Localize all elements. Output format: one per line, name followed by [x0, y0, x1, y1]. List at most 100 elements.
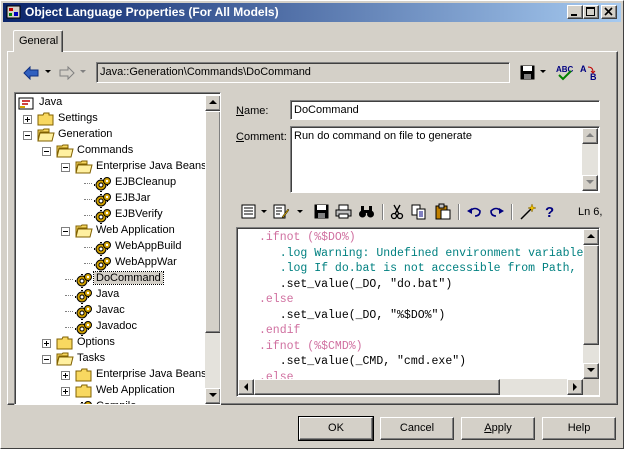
arrow-down-icon — [587, 368, 595, 372]
comment-label: Comment: — [236, 131, 287, 143]
tree-item[interactable]: Tasks — [15, 351, 203, 367]
arrow-left-icon — [244, 383, 248, 391]
tree-item[interactable]: Enterprise Java Beans — [15, 159, 207, 175]
tree-scroll-up-button[interactable] — [205, 95, 220, 111]
collapse-minus-icon[interactable] — [61, 227, 70, 236]
app-icon — [6, 5, 21, 19]
tree-item[interactable]: Commands — [15, 143, 203, 159]
tree-item[interactable]: Web Application — [15, 223, 203, 239]
code-hscroll-thumb[interactable] — [254, 379, 500, 395]
code-line: .log If do.bat is not accessible from Pa… — [259, 262, 577, 275]
tree-item[interactable]: EJBCleanup — [15, 175, 203, 192]
tree-item[interactable]: Javac — [15, 303, 203, 320]
tree-scroll-thumb[interactable] — [205, 111, 220, 333]
comment-scroll-up-button[interactable] — [582, 128, 598, 144]
ok-button[interactable]: OK — [298, 416, 374, 441]
tree-item[interactable]: Java — [15, 287, 203, 304]
tree-item[interactable]: Javadoc — [15, 319, 203, 336]
print-icon[interactable] — [335, 204, 352, 219]
tree-connector — [84, 199, 92, 200]
properties-list-icon[interactable] — [241, 204, 257, 220]
code-scroll-up-button[interactable] — [583, 229, 599, 245]
collapse-minus-icon[interactable] — [61, 163, 70, 172]
copy-icon[interactable] — [411, 204, 427, 220]
tab-general[interactable]: General — [13, 30, 63, 52]
tree-item-label: Java — [39, 96, 63, 108]
tree-item[interactable]: Options — [15, 335, 203, 351]
scroll-corner — [583, 379, 599, 395]
code-segment: .set_value(_CMD, "cmd.exe") — [259, 355, 467, 368]
editor-position: Ln 6, — [578, 206, 603, 218]
code-line: .set_value(_DO, "%$DO%") — [259, 309, 446, 322]
code-scroll-down-button[interactable] — [583, 363, 599, 379]
arrow-down-icon — [586, 180, 594, 184]
close-button[interactable] — [601, 5, 617, 19]
tree-item[interactable]: Settings — [15, 111, 203, 127]
collapse-minus-icon[interactable] — [42, 147, 51, 156]
tree-item[interactable]: Generation — [15, 127, 203, 143]
expand-plus-icon[interactable] — [23, 115, 32, 124]
expand-plus-icon[interactable] — [61, 387, 70, 396]
code-scroll-left-button[interactable] — [238, 379, 254, 395]
tree-scroll-down-button[interactable] — [205, 388, 220, 404]
name-label: Name: — [236, 105, 269, 117]
path-text: Java::Generation\Commands\DoCommand — [100, 66, 311, 78]
expand-plus-icon[interactable] — [42, 339, 51, 348]
save-icon[interactable] — [520, 65, 535, 80]
find-binoculars-icon[interactable] — [358, 204, 375, 219]
cancel-button[interactable]: Cancel — [380, 417, 454, 440]
title-bar[interactable]: Object Language Properties (For All Mode… — [3, 3, 621, 22]
tree-item[interactable]: EJBJar — [15, 191, 203, 208]
minimize-icon — [571, 14, 577, 16]
edit-dropdown-icon[interactable] — [297, 210, 303, 214]
comment-field[interactable]: Run do command on file to generate — [290, 126, 600, 193]
redo-icon[interactable] — [489, 205, 504, 219]
find-replace-icon[interactable]: A B — [579, 63, 599, 81]
tree-item[interactable]: DoCommand — [15, 271, 203, 288]
undo-icon[interactable] — [467, 205, 482, 219]
tree-item[interactable]: Compile — [15, 399, 203, 404]
tree-item[interactable]: Java — [15, 95, 203, 111]
comment-scrollbar[interactable] — [582, 128, 598, 191]
insert-item-icon[interactable] — [519, 203, 537, 220]
help-question-icon[interactable]: ? — [544, 203, 556, 220]
tree-item-label: Generation — [58, 128, 113, 140]
code-vscroll-thumb[interactable] — [583, 245, 599, 345]
code-scroll-right-button[interactable] — [567, 379, 583, 395]
paste-icon[interactable] — [435, 203, 451, 220]
tree-item[interactable]: EJBVerify — [15, 207, 203, 224]
collapse-minus-icon[interactable] — [23, 131, 32, 140]
collapse-minus-icon[interactable] — [42, 355, 51, 364]
tree-item[interactable]: WebAppWar — [15, 255, 203, 272]
tree-item[interactable]: Web Application — [15, 383, 203, 399]
tree-scrollbar[interactable] — [205, 95, 220, 404]
tree-item[interactable]: WebAppBuild — [15, 239, 203, 256]
name-field[interactable]: DoCommand — [290, 100, 600, 120]
code-line: .ifnot (%$DO%) — [259, 231, 356, 244]
code-hscrollbar[interactable] — [238, 379, 583, 395]
splitter[interactable] — [223, 92, 227, 405]
tab-general-label: General — [19, 35, 59, 47]
expand-plus-icon[interactable] — [61, 371, 70, 380]
comment-scroll-down-button[interactable] — [582, 175, 598, 191]
help-button[interactable]: Help — [542, 417, 616, 440]
category-tree[interactable]: Java Settings Generation Commands Enterprise… — [14, 92, 221, 405]
spell-check-icon[interactable]: ABC — [555, 63, 573, 81]
window-title: Object Language Properties (For All Mode… — [25, 5, 279, 19]
back-arrow-icon[interactable] — [23, 66, 39, 80]
code-editor[interactable]: .ifnot (%$DO%) .log Warning: Undefined e… — [238, 229, 600, 395]
save-dropdown-icon[interactable] — [540, 70, 546, 74]
apply-button[interactable]: Apply — [461, 417, 535, 440]
tree-item[interactable]: Enterprise Java Beans — [15, 367, 207, 383]
tree-item-label: Web Application — [96, 384, 175, 396]
code-segment: .log If do.bat is not accessible from Pa… — [259, 262, 577, 275]
cut-icon[interactable] — [390, 204, 404, 220]
arrow-up-icon — [586, 133, 594, 137]
editor-save-icon[interactable] — [314, 204, 329, 219]
maximize-button[interactable] — [583, 5, 599, 19]
back-dropdown-icon[interactable] — [45, 70, 51, 74]
minimize-button[interactable] — [567, 5, 583, 19]
properties-dropdown-icon[interactable] — [261, 210, 267, 214]
edit-document-icon[interactable] — [273, 204, 290, 220]
code-vscrollbar[interactable] — [583, 229, 599, 379]
